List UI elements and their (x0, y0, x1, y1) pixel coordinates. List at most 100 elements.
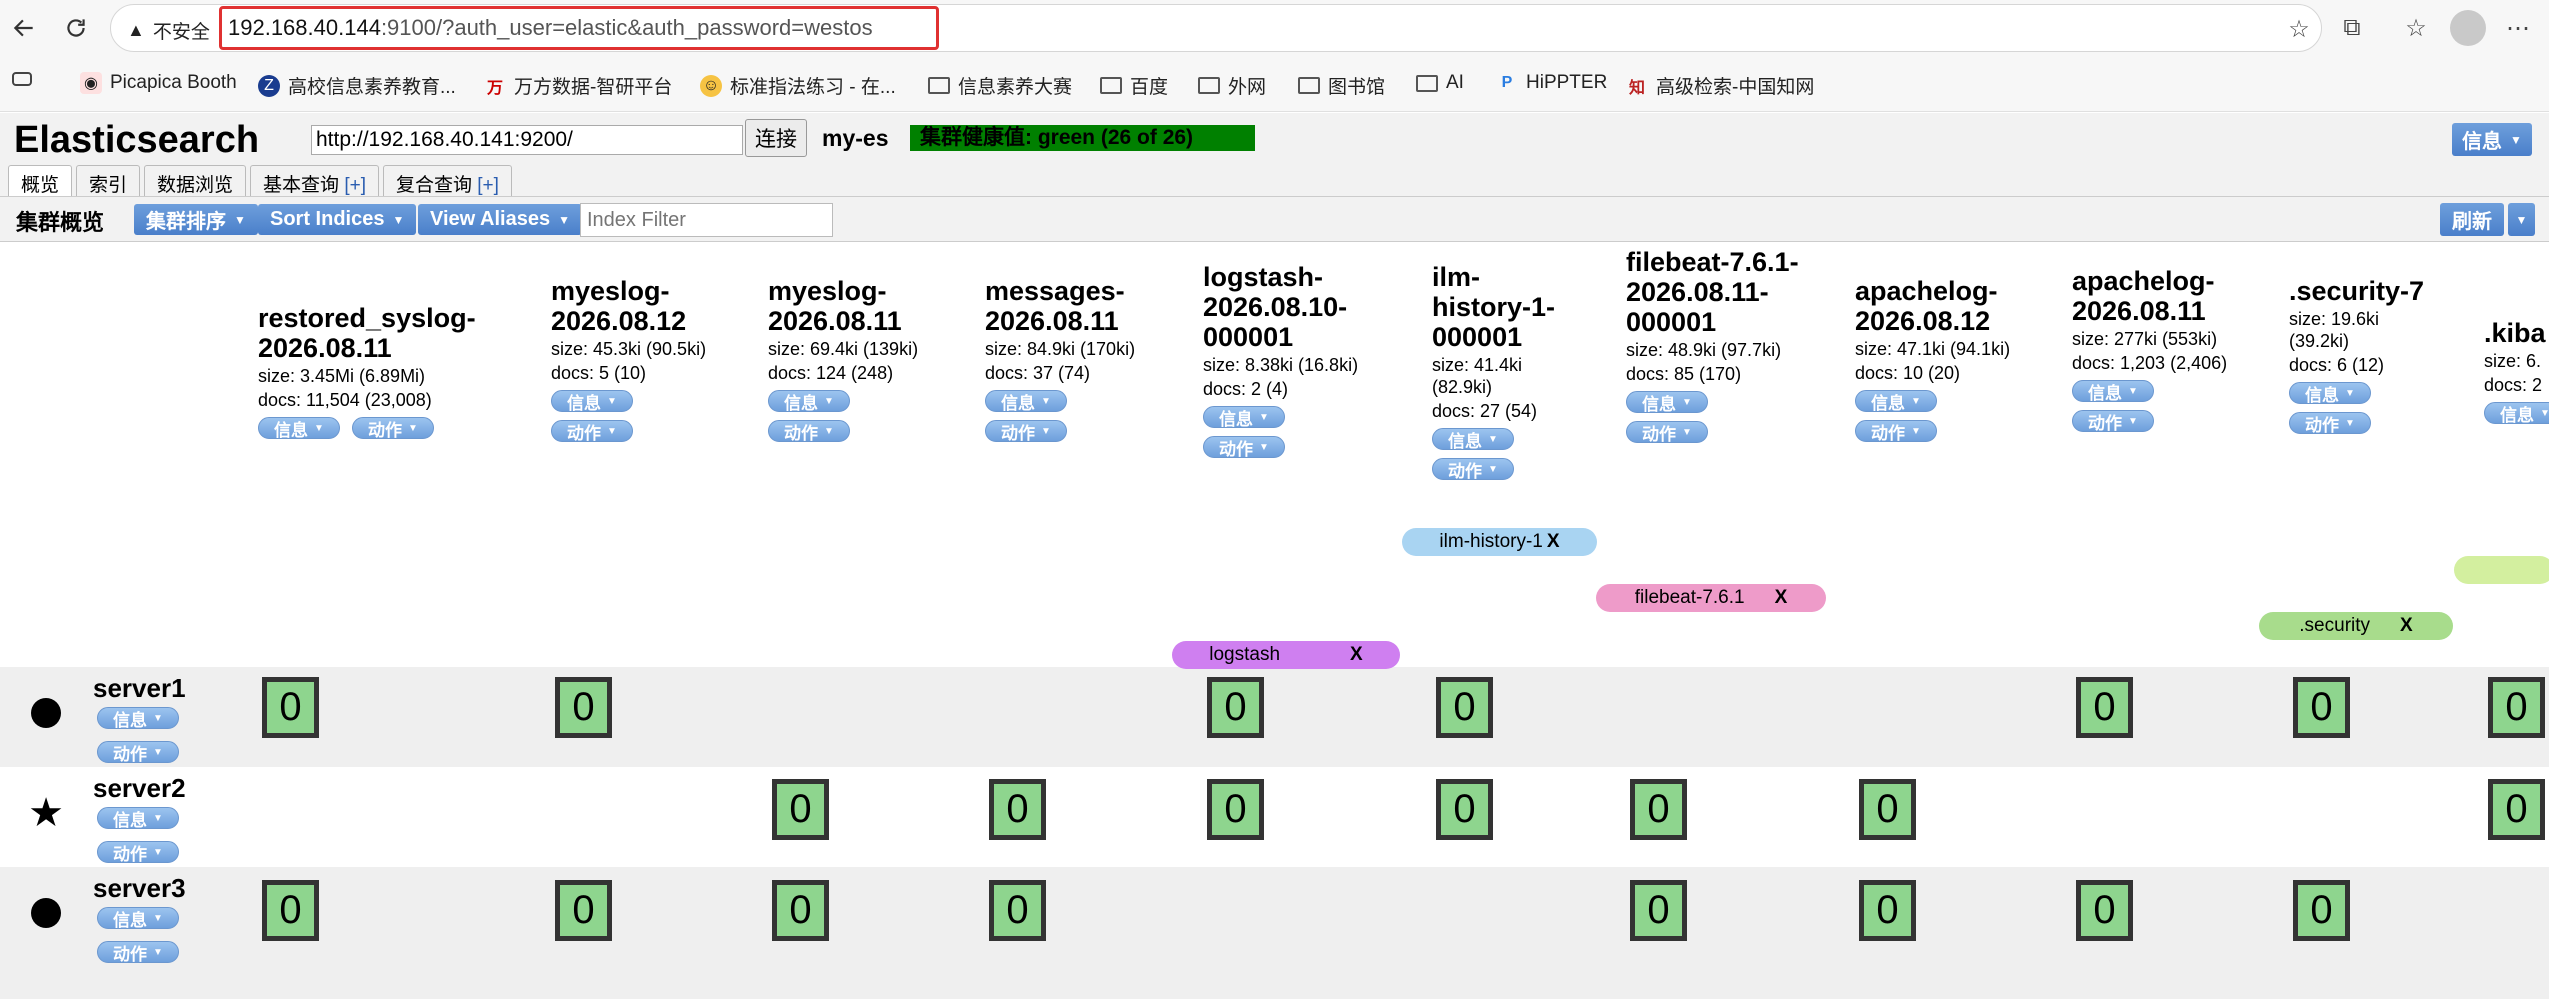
index-info-button[interactable]: 信息 ▼ (2072, 380, 2154, 403)
shard-box[interactable]: 0 (772, 779, 829, 840)
remove-alias-icon[interactable]: X (1775, 587, 1788, 609)
shard-box[interactable]: 0 (1207, 779, 1264, 840)
bookmark-item[interactable]: 万万方数据-智研平台 (484, 72, 672, 99)
shard-box[interactable]: 0 (1207, 677, 1264, 738)
remove-alias-icon[interactable]: X (1547, 531, 1560, 553)
address-bar[interactable]: ▲ 不安全 192.168.40.144:9100/?auth_user=ela… (110, 4, 2322, 52)
index-filter-input[interactable] (580, 203, 833, 237)
index-info-button[interactable]: 信息 ▼ (258, 417, 340, 440)
view-aliases-button[interactable]: View Aliases ▼ (418, 204, 582, 235)
tab-browser[interactable]: 数据浏览 (144, 165, 247, 196)
server-info-button[interactable]: 信息 ▼ (97, 807, 179, 830)
shard-box[interactable]: 0 (2076, 880, 2133, 941)
bookmarks-toggle-icon[interactable] (12, 72, 32, 86)
extensions-icon[interactable]: ⧉ (2336, 12, 2368, 44)
shard-box[interactable]: 0 (1630, 880, 1687, 941)
bookmark-folder[interactable]: 图书馆 (1298, 72, 1385, 99)
url-text[interactable]: 192.168.40.144:9100/?auth_user=elastic&a… (219, 6, 939, 50)
shard-box[interactable]: 0 (2293, 880, 2350, 941)
alias-badge[interactable]: .security X (2259, 612, 2453, 640)
bookmark-folder[interactable]: 外网 (1198, 72, 1266, 99)
shard-box[interactable]: 0 (989, 779, 1046, 840)
bookmark-item[interactable]: P HiPPTER (1496, 72, 1608, 94)
alias-badge[interactable]: ilm-history-1 X (1402, 528, 1597, 556)
server-action-button[interactable]: 动作 ▼ (97, 741, 179, 764)
alias-badge[interactable]: filebeat-7.6.1 X (1596, 584, 1826, 612)
chevron-down-icon: ▼ (1488, 433, 1498, 445)
bookmark-item[interactable]: 知高级检索-中国知网 (1626, 72, 1814, 99)
index-info-button[interactable]: 信息 ▼ (1203, 406, 1285, 429)
tab-overview[interactable]: 概览 (8, 165, 73, 196)
connect-button[interactable]: 连接 (745, 119, 807, 157)
index-action-button[interactable]: 动作 ▼ (2072, 410, 2154, 433)
refresh-button-group[interactable]: 刷新 ▼ (2440, 203, 2535, 236)
tab-indices[interactable]: 索引 (76, 165, 141, 196)
shard-box[interactable]: 0 (262, 880, 319, 941)
index-action-button[interactable]: 动作 ▼ (2289, 412, 2371, 435)
bookmark-folder[interactable]: AI (1416, 72, 1464, 94)
shard-box[interactable]: 0 (989, 880, 1046, 941)
shard-box[interactable]: 0 (2488, 677, 2545, 738)
index-info-button[interactable]: 信息 ▼ (768, 390, 850, 413)
profile-avatar[interactable] (2450, 10, 2486, 46)
index-action-button[interactable]: 动作 ▼ (768, 420, 850, 443)
index-action-button[interactable]: 动作 ▼ (1203, 436, 1285, 459)
shard-box[interactable]: 0 (555, 677, 612, 738)
shard-box[interactable]: 0 (1630, 779, 1687, 840)
index-action-button[interactable]: 动作 ▼ (1626, 421, 1708, 444)
cnki-icon: 知 (1628, 79, 1645, 97)
index-info-button[interactable]: 信息 ▼ (985, 390, 1067, 413)
alias-badge[interactable] (2454, 556, 2549, 584)
cluster-sort-button[interactable]: 集群排序 ▼ (134, 204, 258, 235)
tab-compound-query[interactable]: 复合查询 [+] (382, 165, 512, 196)
shard-box[interactable]: 0 (262, 677, 319, 738)
add-tab-link[interactable]: [+] (344, 175, 366, 196)
shard-box[interactable]: 0 (1859, 779, 1916, 840)
refresh-button[interactable]: 刷新 (2440, 203, 2504, 236)
bookmark-item[interactable]: ◉ Picapica Booth (80, 72, 237, 94)
shard-box[interactable]: 0 (1859, 880, 1916, 941)
index-info-button[interactable]: 信息 ▼ (551, 390, 633, 413)
connection-url-input[interactable] (311, 125, 743, 155)
index-action-button[interactable]: 动作 ▼ (1432, 458, 1514, 481)
bookmark-item[interactable]: ☺ 标准指法练习 - 在... (700, 72, 896, 99)
back-icon[interactable] (4, 8, 44, 48)
remove-alias-icon[interactable]: X (2400, 615, 2413, 637)
shard-box[interactable]: 0 (1436, 779, 1493, 840)
more-menu-icon[interactable]: ⋯ (2502, 12, 2534, 44)
bookmark-item[interactable]: Z 高校信息素养教育... (258, 72, 456, 99)
index-action-button[interactable]: 动作 ▼ (352, 417, 434, 440)
shard-box[interactable]: 0 (772, 880, 829, 941)
index-info-button[interactable]: 信息 ▼ (2289, 382, 2371, 405)
shard-box[interactable]: 0 (2293, 677, 2350, 738)
server-info-button[interactable]: 信息 ▼ (97, 907, 179, 930)
reload-icon[interactable] (56, 8, 96, 48)
bookmark-folder[interactable]: 百度 (1100, 72, 1168, 99)
index-action-button[interactable]: 动作 ▼ (1855, 420, 1937, 443)
index-name: myeslog-2026.08.12 (551, 276, 687, 336)
insecure-indicator[interactable]: ▲ 不安全 (127, 17, 210, 44)
index-info-button[interactable]: 信息 ▼ (2484, 402, 2549, 424)
index-info-button[interactable]: 信息 ▼ (1855, 390, 1937, 413)
add-tab-link[interactable]: [+] (477, 175, 499, 196)
shard-box[interactable]: 0 (2488, 779, 2545, 840)
index-action-button[interactable]: 动作 ▼ (551, 420, 633, 443)
bookmark-folder[interactable]: 信息素养大赛 (928, 72, 1072, 99)
shard-box[interactable]: 0 (2076, 677, 2133, 738)
favorites-list-icon[interactable]: ☆ (2400, 12, 2432, 44)
tab-basic-query[interactable]: 基本查询 [+] (250, 165, 379, 196)
sort-indices-button[interactable]: Sort Indices ▼ (258, 204, 417, 235)
index-info-button[interactable]: 信息 ▼ (1432, 428, 1514, 451)
info-menu-button[interactable]: 信息 ▼ (2452, 123, 2532, 159)
server-info-button[interactable]: 信息 ▼ (97, 707, 179, 730)
server-action-button[interactable]: 动作 ▼ (97, 841, 179, 864)
remove-alias-icon[interactable]: X (1350, 644, 1363, 666)
favorite-star-icon[interactable]: ☆ (2283, 13, 2315, 45)
shard-box[interactable]: 0 (1436, 677, 1493, 738)
index-info-button[interactable]: 信息 ▼ (1626, 391, 1708, 414)
alias-badge[interactable]: logstash X (1172, 641, 1400, 669)
shard-box[interactable]: 0 (555, 880, 612, 941)
index-action-button[interactable]: 动作 ▼ (985, 420, 1067, 443)
chevron-down-icon[interactable]: ▼ (2508, 203, 2535, 236)
server-action-button[interactable]: 动作 ▼ (97, 941, 179, 964)
